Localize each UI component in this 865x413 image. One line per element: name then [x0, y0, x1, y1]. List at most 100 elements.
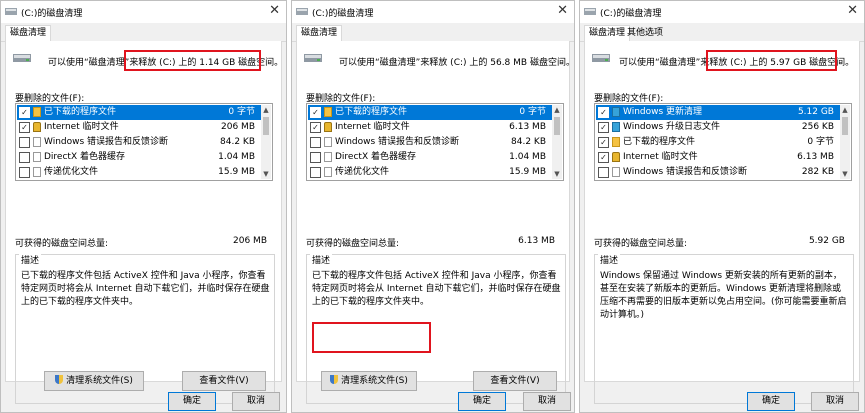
- tab-disk-cleanup[interactable]: 磁盘清理: [5, 25, 52, 42]
- checkbox[interactable]: [598, 167, 609, 178]
- list-item[interactable]: ✓ 已下载的程序文件 0 字节: [17, 105, 261, 120]
- checkbox[interactable]: ✓: [598, 122, 609, 133]
- scroll-down-icon[interactable]: ▼: [261, 169, 271, 179]
- scrollbar[interactable]: ▲ ▼: [552, 105, 562, 179]
- description-title: 描述: [19, 253, 42, 266]
- scroll-thumb[interactable]: [263, 117, 269, 135]
- cancel-button[interactable]: 取消: [523, 392, 571, 411]
- description-group: 描述 已下载的程序文件包括 ActiveX 控件和 Java 小程序，你查看特定…: [15, 253, 275, 404]
- scroll-thumb[interactable]: [842, 117, 848, 135]
- window-title: (C:)的磁盘清理: [312, 9, 374, 19]
- list-item[interactable]: ✓ Internet 临时文件 6.13 MB: [596, 150, 840, 165]
- checkbox[interactable]: [310, 137, 321, 148]
- total-value: 5.92 GB: [808, 236, 845, 246]
- list-item[interactable]: Windows 错误报告和反馈诊断 84.2 KB: [308, 135, 552, 150]
- highlight-box: [706, 50, 837, 71]
- tab-content: 可以使用“磁盘清理”来释放 (C:) 上的 1.14 GB 磁盘空间。 要删除的…: [5, 41, 283, 404]
- list-item[interactable]: ✓ Windows 升级日志文件 256 KB: [596, 120, 840, 135]
- checkbox[interactable]: [19, 137, 30, 148]
- list-item[interactable]: DirectX 着色器缓存 1.04 MB: [17, 150, 261, 165]
- list-item[interactable]: Windows 错误报告和反馈诊断 84.2 KB: [17, 135, 261, 150]
- checkbox[interactable]: ✓: [310, 122, 321, 133]
- description-text: 已下载的程序文件包括 ActiveX 控件和 Java 小程序，你查看特定网页时…: [21, 271, 270, 307]
- document-icon: [324, 167, 332, 177]
- list-item[interactable]: DirectX 着色器缓存 1.04 MB: [308, 150, 552, 165]
- tab-disk-cleanup[interactable]: 磁盘清理: [296, 25, 343, 42]
- folder-icon: [612, 137, 620, 147]
- drive-icon: [592, 54, 610, 62]
- view-files-button[interactable]: 查看文件(V): [182, 371, 266, 391]
- lock-icon: [33, 122, 41, 132]
- tab-strip: 磁盘清理: [1, 23, 286, 42]
- list-item[interactable]: 传递优化文件 15.9 MB: [308, 165, 552, 180]
- description-title: 描述: [598, 253, 621, 266]
- checkbox[interactable]: ✓: [19, 122, 30, 133]
- tab-content: 可以使用“磁盘清理”来释放 (C:) 上的 5.97 GB 磁盘空间。 要删除的…: [584, 41, 860, 404]
- lock-icon: [612, 152, 620, 162]
- folder-icon: [33, 107, 41, 117]
- checkbox[interactable]: ✓: [310, 107, 321, 118]
- disk-cleanup-icon: [5, 8, 17, 15]
- scroll-up-icon[interactable]: ▲: [840, 105, 850, 115]
- disk-cleanup-window-3: (C:)的磁盘清理 ✕ 磁盘清理 其他选项 可以使用“磁盘清理”来释放 (C:)…: [579, 0, 865, 413]
- close-icon[interactable]: ✕: [269, 3, 280, 18]
- window-title: (C:)的磁盘清理: [21, 9, 83, 19]
- description-text: Windows 保留通过 Windows 更新安装的所有更新的副本，甚至在安装了…: [600, 271, 847, 320]
- scrollbar[interactable]: ▲ ▼: [840, 105, 850, 179]
- scroll-up-icon[interactable]: ▲: [261, 105, 271, 115]
- list-item[interactable]: ✓ Windows 更新清理 5.12 GB: [596, 105, 840, 120]
- checkbox[interactable]: [310, 152, 321, 163]
- ok-button[interactable]: 确定: [747, 392, 795, 411]
- title-bar: (C:)的磁盘清理 ✕: [292, 1, 574, 23]
- document-icon: [324, 137, 332, 147]
- scroll-down-icon[interactable]: ▼: [552, 169, 562, 179]
- document-icon: [324, 152, 332, 162]
- close-icon[interactable]: ✕: [557, 3, 568, 18]
- total-label: 可获得的磁盘空间总量:: [594, 239, 688, 249]
- checkbox[interactable]: [310, 167, 321, 178]
- cleanup-system-files-button[interactable]: 清理系统文件(S): [44, 371, 144, 391]
- document-icon: [612, 167, 620, 177]
- scrollbar[interactable]: ▲ ▼: [261, 105, 271, 179]
- tab-more-options[interactable]: 其他选项: [623, 26, 667, 41]
- tab-content: 可以使用“磁盘清理”来释放 (C:) 上的 56.8 MB 磁盘空间。 ✓ 已下…: [296, 41, 574, 404]
- checkbox[interactable]: [19, 167, 30, 178]
- file-list[interactable]: ✓ 已下载的程序文件 0 字节 ✓ Internet 临时文件 6.13 MB …: [306, 103, 564, 181]
- close-icon[interactable]: ✕: [847, 3, 858, 18]
- cleanup-system-files-button[interactable]: 清理系统文件(S): [321, 371, 417, 391]
- file-list[interactable]: ✓ Windows 更新清理 5.12 GB ✓ Windows 升级日志文件 …: [594, 103, 852, 181]
- cancel-button[interactable]: 取消: [232, 392, 280, 411]
- total-value: 206 MB: [233, 236, 267, 246]
- description-title: 描述: [310, 253, 333, 266]
- list-item[interactable]: ✓ 已下载的程序文件 0 字节: [596, 135, 840, 150]
- total-value: 6.13 MB: [518, 236, 555, 246]
- file-list[interactable]: ✓ 已下载的程序文件 0 字节 ✓ Internet 临时文件 206 MB W…: [15, 103, 273, 181]
- list-item[interactable]: ✓ 已下载的程序文件 0 字节: [308, 105, 552, 120]
- checkbox[interactable]: ✓: [19, 107, 30, 118]
- description-text: 已下载的程序文件包括 ActiveX 控件和 Java 小程序，你查看特定网页时…: [312, 271, 561, 307]
- scroll-up-icon[interactable]: ▲: [552, 105, 562, 115]
- cancel-button[interactable]: 取消: [811, 392, 859, 411]
- checkbox[interactable]: ✓: [598, 137, 609, 148]
- total-label: 可获得的磁盘空间总量:: [15, 239, 109, 249]
- windows-icon: [612, 122, 620, 132]
- checkbox[interactable]: ✓: [598, 152, 609, 163]
- ok-button[interactable]: 确定: [168, 392, 216, 411]
- document-icon: [33, 167, 41, 177]
- list-item[interactable]: 传递优化文件 15.9 MB: [17, 165, 261, 180]
- checkbox[interactable]: ✓: [598, 107, 609, 118]
- intro-text: 可以使用“磁盘清理”来释放 (C:) 上的 56.8 MB 磁盘空间。: [339, 58, 575, 68]
- list-item[interactable]: Windows 错误报告和反馈诊断 282 KB: [596, 165, 840, 180]
- scroll-thumb[interactable]: [554, 117, 560, 135]
- document-icon: [33, 152, 41, 162]
- ok-button[interactable]: 确定: [458, 392, 506, 411]
- view-files-button[interactable]: 查看文件(V): [473, 371, 557, 391]
- scroll-down-icon[interactable]: ▼: [840, 169, 850, 179]
- list-item[interactable]: ✓ Internet 临时文件 206 MB: [17, 120, 261, 135]
- folder-icon: [324, 107, 332, 117]
- list-item[interactable]: ✓ Internet 临时文件 6.13 MB: [308, 120, 552, 135]
- title-bar: (C:)的磁盘清理 ✕: [1, 1, 286, 23]
- windows-icon: [612, 107, 620, 117]
- checkbox[interactable]: [19, 152, 30, 163]
- drive-icon: [13, 54, 31, 62]
